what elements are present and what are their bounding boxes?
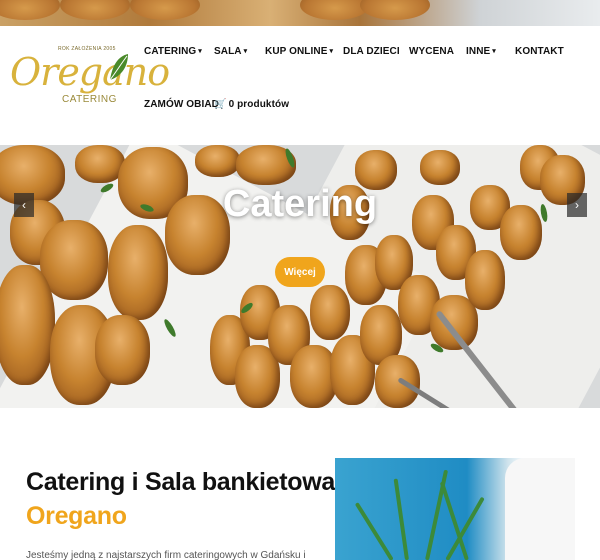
- croissant-image: [0, 265, 55, 385]
- about-text: Jesteśmy jedną z najstarszych firm cater…: [26, 550, 308, 560]
- nav-item-label: KONTAKT: [515, 46, 564, 57]
- chevron-down-icon: ▾: [243, 48, 248, 55]
- nav-item-kontakt[interactable]: KONTAKT: [515, 46, 564, 57]
- hero-more-button[interactable]: Więcej: [275, 257, 325, 287]
- nav-item-label: CATERING: [144, 46, 197, 57]
- nav-item-dla-dzieci[interactable]: DLA DZIECI: [343, 46, 400, 57]
- palm-leaf: [393, 478, 409, 560]
- nav-item-label: WYCENA: [409, 46, 455, 57]
- croissant-image: [465, 250, 505, 310]
- site-header: ROK ZAŁOŻENIA 2005 Oregano CATERING CATE…: [0, 26, 600, 145]
- hero-slider: Catering Więcej ‹ ›: [0, 145, 600, 408]
- top-banner-photo: [0, 0, 600, 26]
- leaf-icon: [109, 54, 128, 81]
- croissant-image: [310, 285, 350, 340]
- nav-item-zamow-obiad[interactable]: ZAMÓW OBIAD: [144, 99, 219, 110]
- logo[interactable]: ROK ZAŁOŻENIA 2005 Oregano CATERING: [10, 42, 170, 128]
- palm-leaf: [354, 502, 394, 560]
- about-brand-name: Oregano: [26, 502, 127, 530]
- nav-item-kup-online[interactable]: KUP ONLINE ▾: [265, 46, 333, 57]
- nav-item-catering[interactable]: CATERING ▾: [144, 46, 202, 57]
- nav-item-label: ZAMÓW OBIAD: [144, 99, 219, 110]
- croissant-image: [420, 150, 460, 185]
- slider-prev-button[interactable]: ‹: [14, 193, 34, 217]
- nav-item-wycena[interactable]: WYCENA: [409, 46, 454, 57]
- chevron-down-icon: ▾: [198, 48, 202, 55]
- chevron-left-icon: ‹: [22, 198, 26, 212]
- croissant-image: [108, 225, 168, 320]
- chevron-down-icon: ▾: [492, 48, 496, 55]
- nav-item-sala[interactable]: SALA ▾: [214, 46, 247, 57]
- logo-subtitle: CATERING: [62, 94, 117, 105]
- about-title: Catering i Sala bankietowa: [26, 468, 335, 496]
- nav-item-label: KUP ONLINE: [265, 46, 328, 57]
- chevron-right-icon: ›: [575, 198, 579, 212]
- about-photo: [335, 458, 575, 560]
- nav-item-label: INNE: [466, 46, 491, 57]
- slider-next-button[interactable]: ›: [567, 193, 587, 217]
- nav-item-inne[interactable]: INNE ▾: [466, 46, 496, 57]
- chef-figure: [505, 458, 575, 560]
- cart-count: 0 produktów: [228, 99, 290, 110]
- shopping-cart-icon: 🛒: [214, 99, 227, 110]
- hero-title: Catering: [222, 183, 378, 225]
- palm-leaf: [425, 469, 449, 560]
- croissant-image: [95, 315, 150, 385]
- chevron-down-icon: ▾: [329, 48, 334, 55]
- nav-item-label: SALA: [214, 46, 242, 57]
- croissant-image: [195, 145, 240, 177]
- cart-link[interactable]: 🛒 0 produktów: [214, 99, 289, 110]
- nav-item-label: DLA DZIECI: [343, 46, 400, 57]
